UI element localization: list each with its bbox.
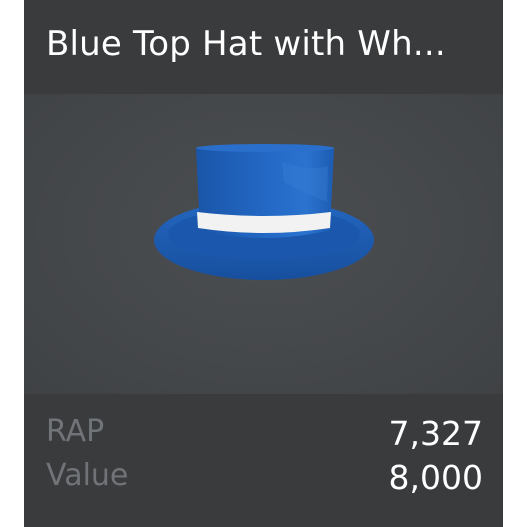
item-thumbnail[interactable] <box>24 94 503 394</box>
value-amount: 8,000 <box>388 458 483 497</box>
card-header: Blue Top Hat with Wh... <box>24 0 503 94</box>
blue-top-hat-icon <box>154 144 374 280</box>
value-row: Value 8,000 <box>46 458 483 502</box>
rap-label: RAP <box>46 414 105 449</box>
rap-value: 7,327 <box>388 414 483 453</box>
value-label: Value <box>46 458 129 493</box>
item-card[interactable]: Blue Top Hat with Wh... RAP 7,327 Value … <box>24 0 503 527</box>
item-stats: RAP 7,327 Value 8,000 <box>24 394 503 527</box>
rap-row: RAP 7,327 <box>46 414 483 458</box>
item-title[interactable]: Blue Top Hat with Wh... <box>46 24 491 64</box>
